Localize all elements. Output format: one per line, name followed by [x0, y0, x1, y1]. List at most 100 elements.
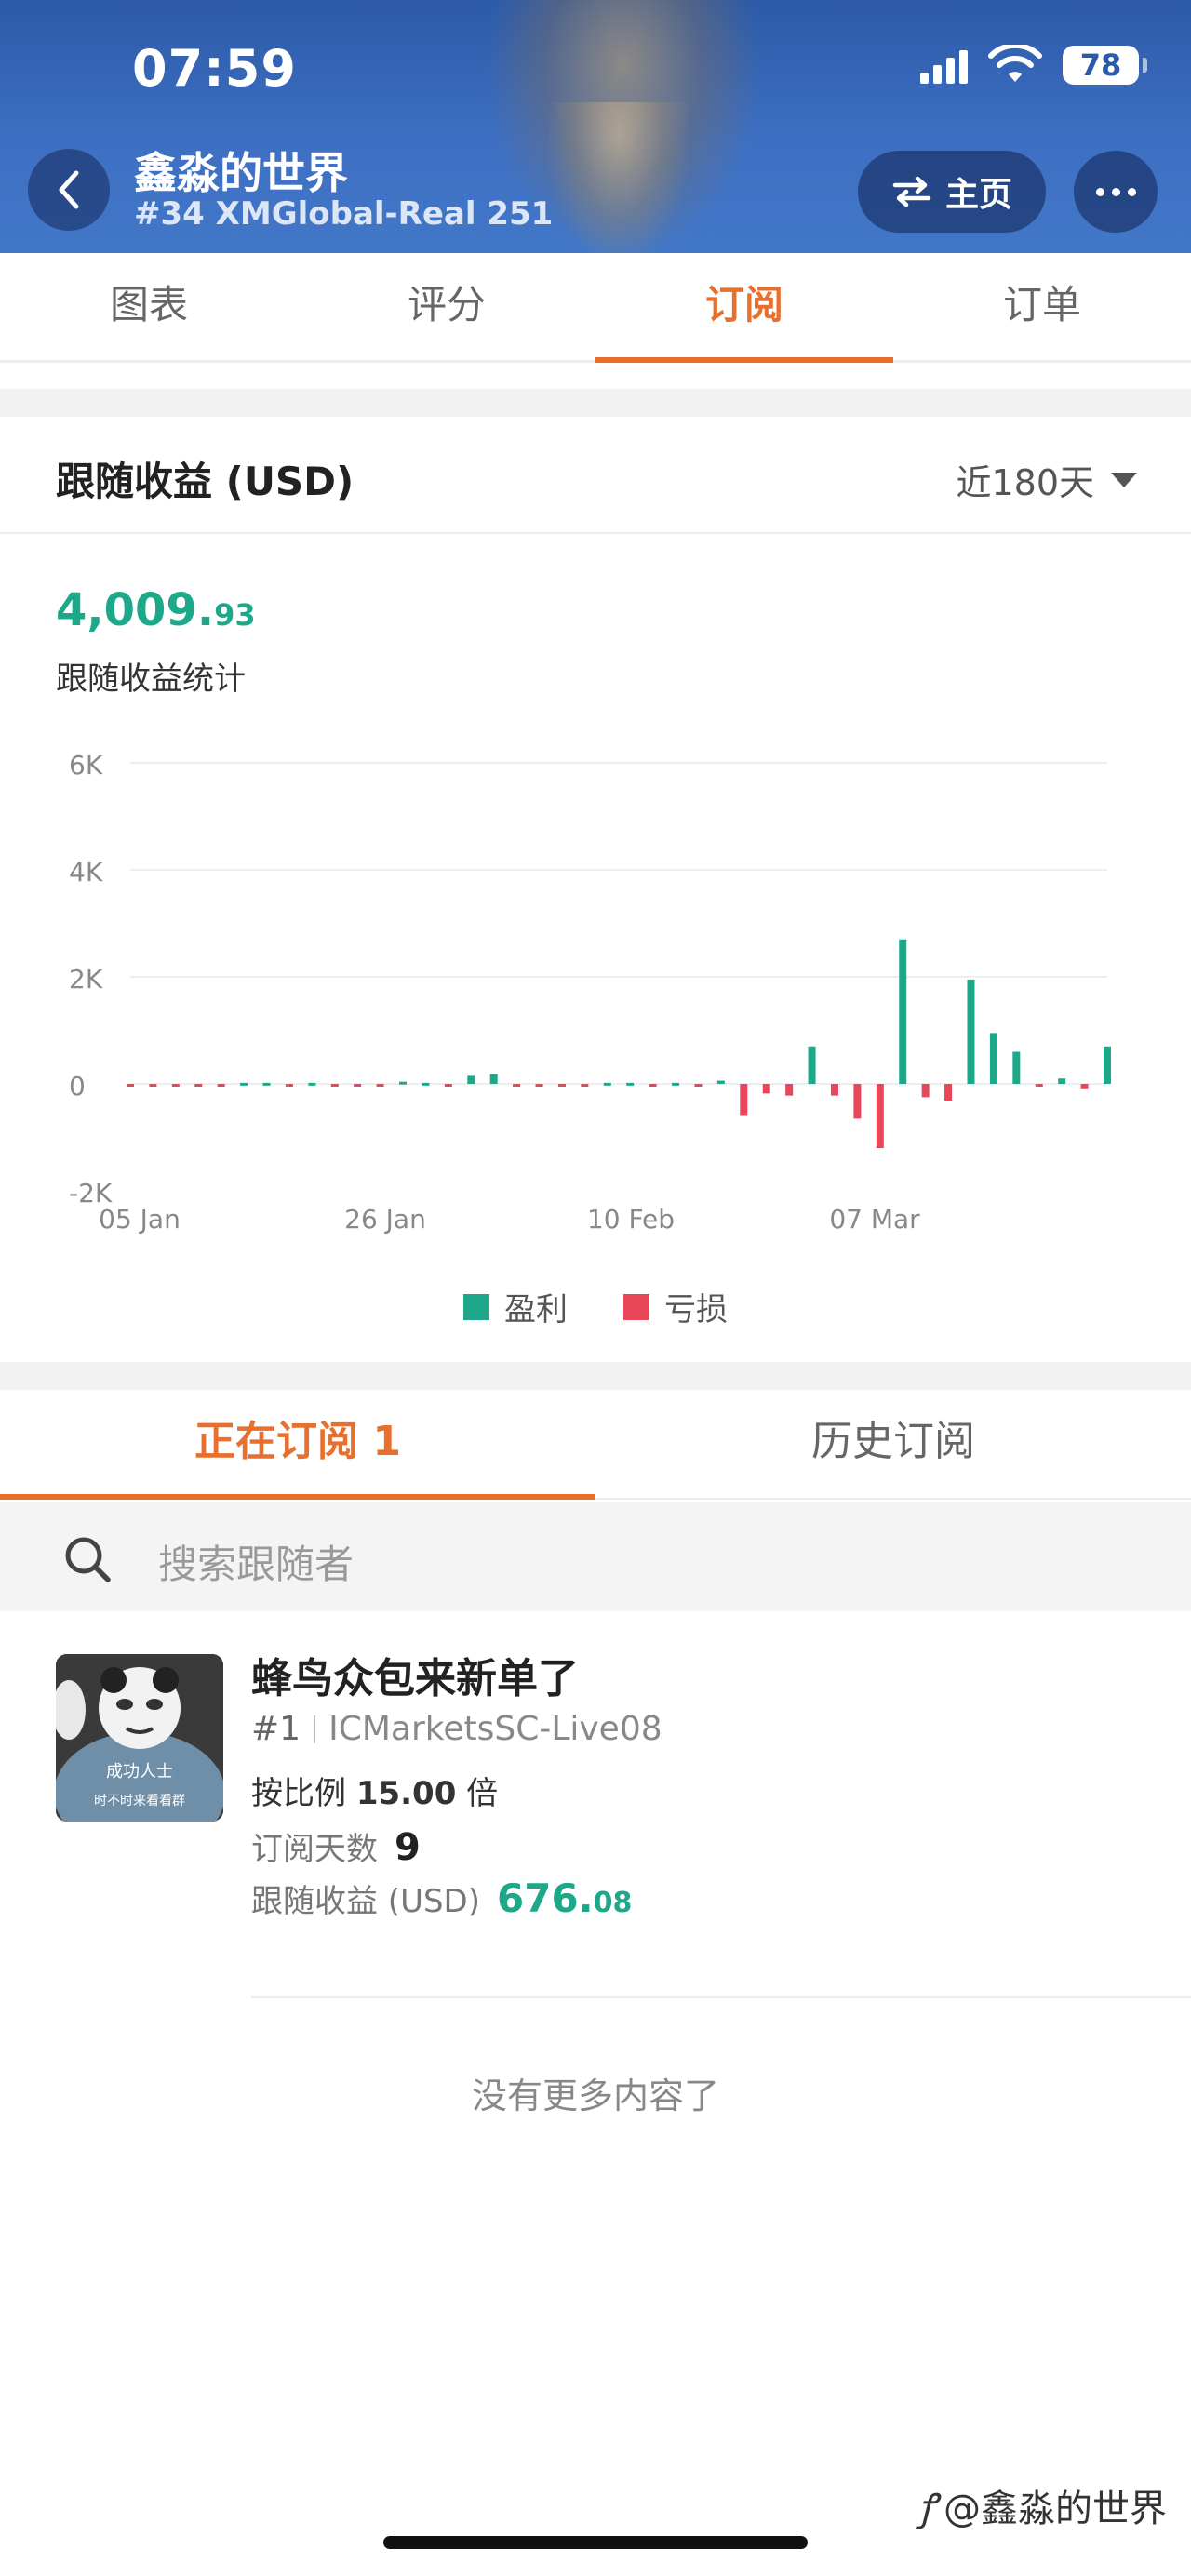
loss-bar — [785, 1084, 794, 1096]
income-decimal: 08 — [593, 1887, 633, 1919]
caret-down-icon — [1111, 472, 1137, 487]
tab-rating[interactable]: 评分 — [298, 253, 596, 360]
profit-bar — [989, 1033, 997, 1084]
loss-bar — [1080, 1084, 1089, 1089]
home-indicator[interactable] — [383, 2536, 808, 2549]
account-subtitle: #34 XMGlobal-Real 251 — [134, 195, 554, 233]
profit-bar — [808, 1046, 816, 1084]
loss-bar — [376, 1084, 384, 1087]
x-tick-label: 10 Feb — [587, 1204, 675, 1235]
list-divider — [251, 1996, 1191, 1998]
tab-chart[interactable]: 图表 — [0, 253, 298, 360]
loss-bar — [740, 1084, 748, 1116]
legend-profit-swatch — [463, 1293, 489, 1320]
follower-name[interactable]: 蜂鸟众包来新单了 — [251, 1645, 579, 1704]
profit-bar — [308, 1082, 316, 1086]
home-button-label: 主页 — [944, 176, 1012, 214]
section-divider — [0, 1362, 1191, 1390]
tab-subscription[interactable]: 订阅 — [596, 253, 893, 363]
y-tick-label: 4K — [69, 857, 103, 888]
loss-bar — [649, 1084, 657, 1087]
tab-history-subscriptions[interactable]: 历史订阅 — [596, 1390, 1191, 1498]
chevron-left-icon — [59, 170, 79, 209]
income-integer: 676. — [497, 1875, 594, 1921]
profit-bar — [467, 1075, 475, 1084]
follower-account: ICMarketsSC-Live08 — [328, 1710, 662, 1748]
status-icons: 78 — [920, 45, 1147, 86]
follow-income-header: 跟随收益 (USD) 近180天 — [0, 417, 1191, 534]
x-tick-label: 07 Mar — [829, 1204, 920, 1235]
top-tab-bar: 图表 评分 订阅 订单 — [0, 253, 1191, 363]
page-title: 鑫淼的世界 — [134, 148, 348, 198]
range-dropdown-value: 近180天 — [956, 462, 1094, 503]
profit-bar — [240, 1082, 248, 1086]
ratio-value: 15.00 — [355, 1775, 457, 1812]
income-label: 跟随收益 (USD) — [251, 1883, 480, 1920]
avatar-meme-image: 成功人士 时不时来看看群 — [56, 1654, 223, 1822]
amount-label: 跟随收益统计 — [56, 661, 246, 698]
loss-bar — [149, 1084, 157, 1087]
loss-bar — [921, 1084, 930, 1098]
profit-bar — [422, 1082, 430, 1086]
y-tick-label: 6K — [69, 750, 103, 781]
profit-bar — [262, 1082, 271, 1086]
back-button[interactable] — [28, 149, 110, 231]
profit-bar — [1104, 1046, 1111, 1084]
profit-bar — [603, 1082, 611, 1086]
avatar-caption-2: 时不时来看看群 — [94, 1794, 185, 1809]
loss-bar — [171, 1084, 180, 1087]
search-icon — [65, 1537, 111, 1582]
amount-integer: 4,009. — [56, 584, 215, 636]
ratio-suffix: 倍 — [466, 1775, 499, 1812]
follower-rank-row: #1 ICMarketsSC-Live08 — [251, 1710, 662, 1748]
range-dropdown[interactable]: 近180天 — [956, 454, 1137, 505]
loss-bar — [944, 1084, 953, 1101]
battery-icon: 78 — [1063, 46, 1147, 85]
legend-loss-swatch — [623, 1293, 649, 1320]
y-tick-label: 0 — [69, 1071, 86, 1101]
follower-rank: #1 — [251, 1710, 301, 1748]
search-input[interactable]: 搜索跟随者 — [158, 1533, 354, 1590]
loss-bar — [876, 1084, 884, 1148]
legend-profit[interactable]: 盈利 — [463, 1284, 568, 1329]
loss-bar — [354, 1084, 362, 1087]
tab-orders[interactable]: 订单 — [893, 253, 1191, 360]
profit-bar — [399, 1081, 408, 1085]
legend-loss[interactable]: 亏损 — [623, 1284, 728, 1329]
swap-icon — [892, 176, 931, 207]
section-divider — [0, 389, 1191, 417]
follower-income-row: 跟随收益 (USD) 676.08 — [251, 1875, 632, 1921]
watermark-text: @鑫淼的世界 — [943, 2488, 1167, 2530]
loss-bar — [535, 1084, 543, 1087]
loss-bar — [762, 1084, 770, 1094]
rank-divider — [314, 1715, 316, 1743]
ratio-prefix: 按比例 — [251, 1775, 346, 1812]
loss-bar — [557, 1084, 566, 1087]
loss-bar — [127, 1084, 134, 1087]
loss-bar — [217, 1084, 225, 1087]
profit-bar — [626, 1082, 635, 1086]
profit-bar — [672, 1082, 680, 1086]
y-tick-label: 2K — [69, 964, 103, 994]
follow-income-bar-chart: 6K4K2K0-2K05 Jan 26 Jan 10 Feb 07 Mar — [69, 750, 1111, 1235]
header-background-figure — [549, 102, 689, 253]
income-value: 676.08 — [497, 1875, 632, 1921]
loss-bar — [194, 1084, 203, 1087]
loss-bar — [1035, 1084, 1043, 1087]
follower-days-row: 订阅天数 9 — [251, 1823, 421, 1869]
more-options-button[interactable] — [1074, 151, 1158, 233]
no-more-content-text: 没有更多内容了 — [471, 2075, 719, 2116]
chart-legend: 盈利 亏损 — [0, 1284, 1191, 1329]
follow-income-amount: 4,009.93 — [56, 584, 256, 636]
tab-active-subscriptions[interactable]: 正在订阅 1 — [0, 1390, 596, 1500]
profit-bar — [967, 979, 975, 1084]
x-tick-label: 26 Jan — [344, 1204, 426, 1235]
profit-bar — [1012, 1051, 1021, 1084]
follower-search-bar[interactable]: 搜索跟随者 — [0, 1502, 1191, 1611]
follower-avatar[interactable]: 成功人士 时不时来看看群 — [56, 1654, 223, 1822]
days-label: 订阅天数 — [251, 1831, 378, 1868]
follower-ratio: 按比例 15.00 倍 — [251, 1768, 498, 1813]
home-button[interactable]: 主页 — [858, 151, 1046, 233]
loss-bar — [513, 1084, 521, 1087]
app-header: 07:59 78 鑫淼的世界 #34 XMGlobal-Real 251 主页 — [0, 0, 1191, 253]
